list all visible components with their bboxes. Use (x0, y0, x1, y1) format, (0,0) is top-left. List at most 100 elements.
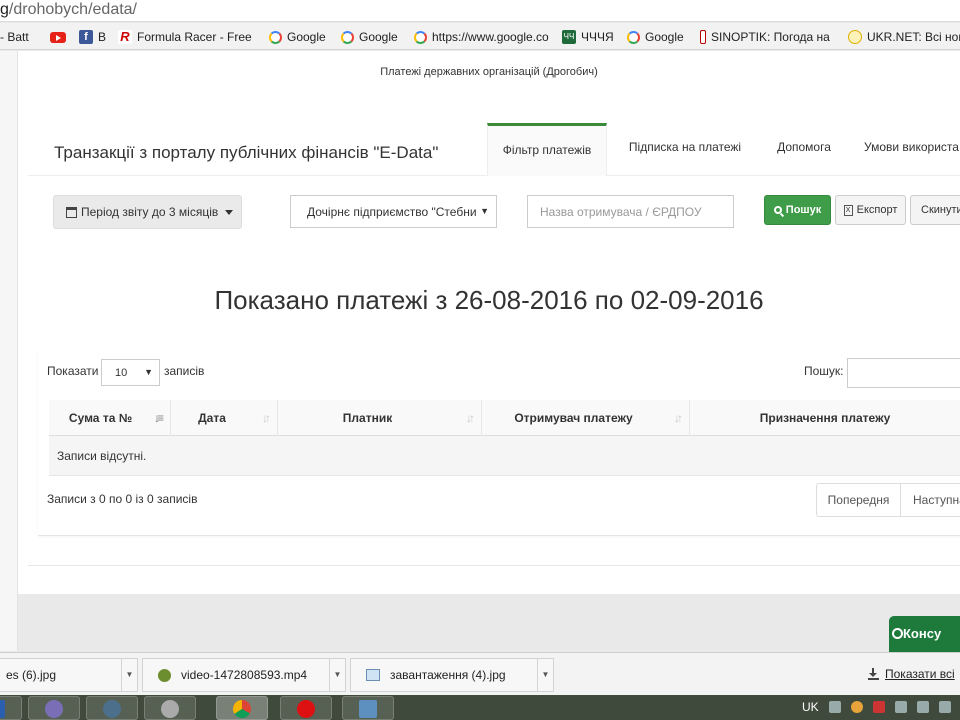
caret-down-icon (225, 209, 234, 215)
table-search-input[interactable] (847, 358, 960, 388)
bookmark-item[interactable]: R Formula Racer - Free (118, 28, 254, 46)
tab-help[interactable]: Допомога (770, 123, 838, 176)
payer-select[interactable]: Дочірнє підприємство "Стебни ▼ (290, 195, 497, 228)
word-icon (0, 700, 5, 718)
taskbar-app[interactable] (86, 696, 138, 720)
org-name: Платежі державних організацій (Дрогобич) (380, 66, 598, 78)
period-button[interactable]: Період звіту до 3 місяців (53, 195, 242, 229)
google-icon (627, 30, 640, 44)
page-title: Транзакції з порталу публічних фінансів … (54, 143, 439, 162)
payments-table-panel: Показати 10 ▼ записів Пошук: Сума та № ↓… (38, 348, 960, 536)
photo-viewer-icon (359, 700, 377, 718)
taskbar-app[interactable] (280, 696, 332, 720)
column-header-purpose[interactable]: Призначення платежу (690, 400, 960, 436)
google-icon (269, 30, 282, 44)
download-item[interactable]: es (6).jpg ▼ (0, 658, 138, 692)
download-item[interactable]: завантаження (4).jpg ▼ (350, 658, 554, 692)
bookmarks-bar: - Batt fB R Formula Racer - Free Google G… (0, 23, 960, 50)
google-icon (341, 30, 354, 44)
taskbar: UK (0, 695, 960, 720)
chevron-down-icon[interactable]: ▼ (329, 659, 345, 691)
bookmark-item[interactable]: Google (627, 28, 689, 46)
bookmark-item[interactable]: - Batt (0, 28, 40, 46)
chevron-down-icon[interactable]: ▼ (121, 659, 137, 691)
sort-asc-icon: ↓≡ (153, 411, 164, 425)
prev-page-button[interactable]: Попередня (816, 483, 901, 517)
table-search-label: Пошук: (804, 364, 844, 378)
app-icon (161, 700, 179, 718)
show-all-downloads[interactable]: Показати всі (868, 667, 955, 681)
chevron-down-icon: ▼ (480, 206, 489, 216)
video-file-icon (158, 668, 171, 682)
chevron-down-icon: ▼ (144, 367, 153, 377)
export-button[interactable]: X Експорт (835, 195, 906, 225)
app-icon (45, 700, 63, 718)
flag-icon[interactable] (916, 701, 929, 713)
app-icon (103, 700, 121, 718)
page-header: Транзакції з порталу публічних фінансів … (28, 123, 960, 176)
bookmark-item[interactable]: UKR.NET: Всі нов (848, 28, 960, 46)
search-icon (773, 206, 782, 214)
consult-chat-button[interactable]: Консу (889, 616, 960, 652)
system-tray: UK (802, 700, 951, 714)
tab-terms[interactable]: Умови використа (864, 123, 960, 176)
bookmark-item[interactable]: Google (341, 28, 403, 46)
table-header: Сума та № ↓≡ Дата ↓↑ Платник ↓↑ Отримува… (49, 400, 960, 436)
tab-filter[interactable]: Фільтр платежів (487, 123, 607, 176)
bookmark-item[interactable] (50, 28, 70, 46)
download-item[interactable]: video-1472808593.mp4 ▼ (142, 658, 346, 692)
facebook-icon: f (79, 30, 93, 44)
taskbar-app[interactable] (342, 696, 394, 720)
divider (28, 565, 960, 566)
taskbar-app[interactable] (144, 696, 196, 720)
column-header-payer[interactable]: Платник ↓↑ (278, 400, 482, 436)
search-button[interactable]: Пошук (764, 195, 831, 225)
language-indicator[interactable]: UK (802, 700, 819, 714)
table-info: Записи з 0 по 0 із 0 записів (47, 492, 198, 506)
taskbar-app[interactable] (0, 696, 22, 720)
download-icon (868, 668, 879, 680)
taskbar-app[interactable] (28, 696, 80, 720)
bookmark-item[interactable]: Google (269, 28, 331, 46)
keyboard-icon[interactable] (828, 701, 841, 713)
formula-racer-icon: R (118, 30, 132, 44)
bookmark-item[interactable]: ЧЧ ЧЧЧЯ (562, 28, 618, 46)
bookmark-item[interactable]: fB (79, 28, 107, 46)
page-length-select[interactable]: 10 ▼ (101, 359, 160, 386)
show-label: Показати (47, 364, 99, 378)
network-icon[interactable] (938, 701, 951, 713)
youtube-icon (50, 31, 66, 43)
tray-app-icon[interactable] (850, 701, 863, 713)
chrome-icon (233, 700, 251, 718)
reset-button[interactable]: Скинути (910, 195, 960, 225)
bookmark-item[interactable]: SINOPTIK: Погода на (700, 28, 835, 46)
image-file-icon (366, 669, 380, 681)
column-header-date[interactable]: Дата ↓↑ (171, 400, 278, 436)
results-heading: Показано платежі з 26-08-2016 по 02-09-2… (214, 285, 764, 315)
chevron-down-icon[interactable]: ▼ (537, 659, 553, 691)
records-label: записів (164, 364, 205, 378)
column-header-recipient[interactable]: Отримувач платежу ↓↑ (482, 400, 690, 436)
page-content: Платежі державних організацій (Дрогобич)… (18, 51, 960, 594)
google-icon (414, 30, 427, 44)
url-text[interactable]: g/drohobych/edata/ (0, 1, 137, 19)
sinoptik-icon (700, 30, 706, 44)
sort-icon: ↓↑ (674, 411, 683, 425)
download-shelf: es (6).jpg ▼ video-1472808593.mp4 ▼ зава… (0, 652, 960, 695)
left-gutter (0, 51, 18, 651)
opera-icon (297, 700, 315, 718)
table-empty-row: Записи відсутні. (49, 436, 960, 476)
recipient-input[interactable]: Назва отримувача / ЄРДПОУ (527, 195, 734, 228)
chchya-icon: ЧЧ (562, 30, 576, 44)
bookmark-item[interactable]: https://www.google.co (414, 28, 549, 46)
next-page-button[interactable]: Наступна (900, 483, 960, 517)
taskbar-app[interactable] (216, 696, 268, 720)
address-bar[interactable]: g/drohobych/edata/ (0, 0, 960, 22)
sort-icon: ↓↑ (466, 411, 475, 425)
tab-subscription[interactable]: Підписка на платежі (625, 123, 745, 176)
column-header-amount[interactable]: Сума та № ↓≡ (49, 400, 171, 436)
volume-icon[interactable] (894, 701, 907, 713)
excel-icon: X (843, 204, 853, 216)
tray-app-icon[interactable] (872, 701, 885, 713)
sort-icon: ↓↑ (262, 411, 271, 425)
